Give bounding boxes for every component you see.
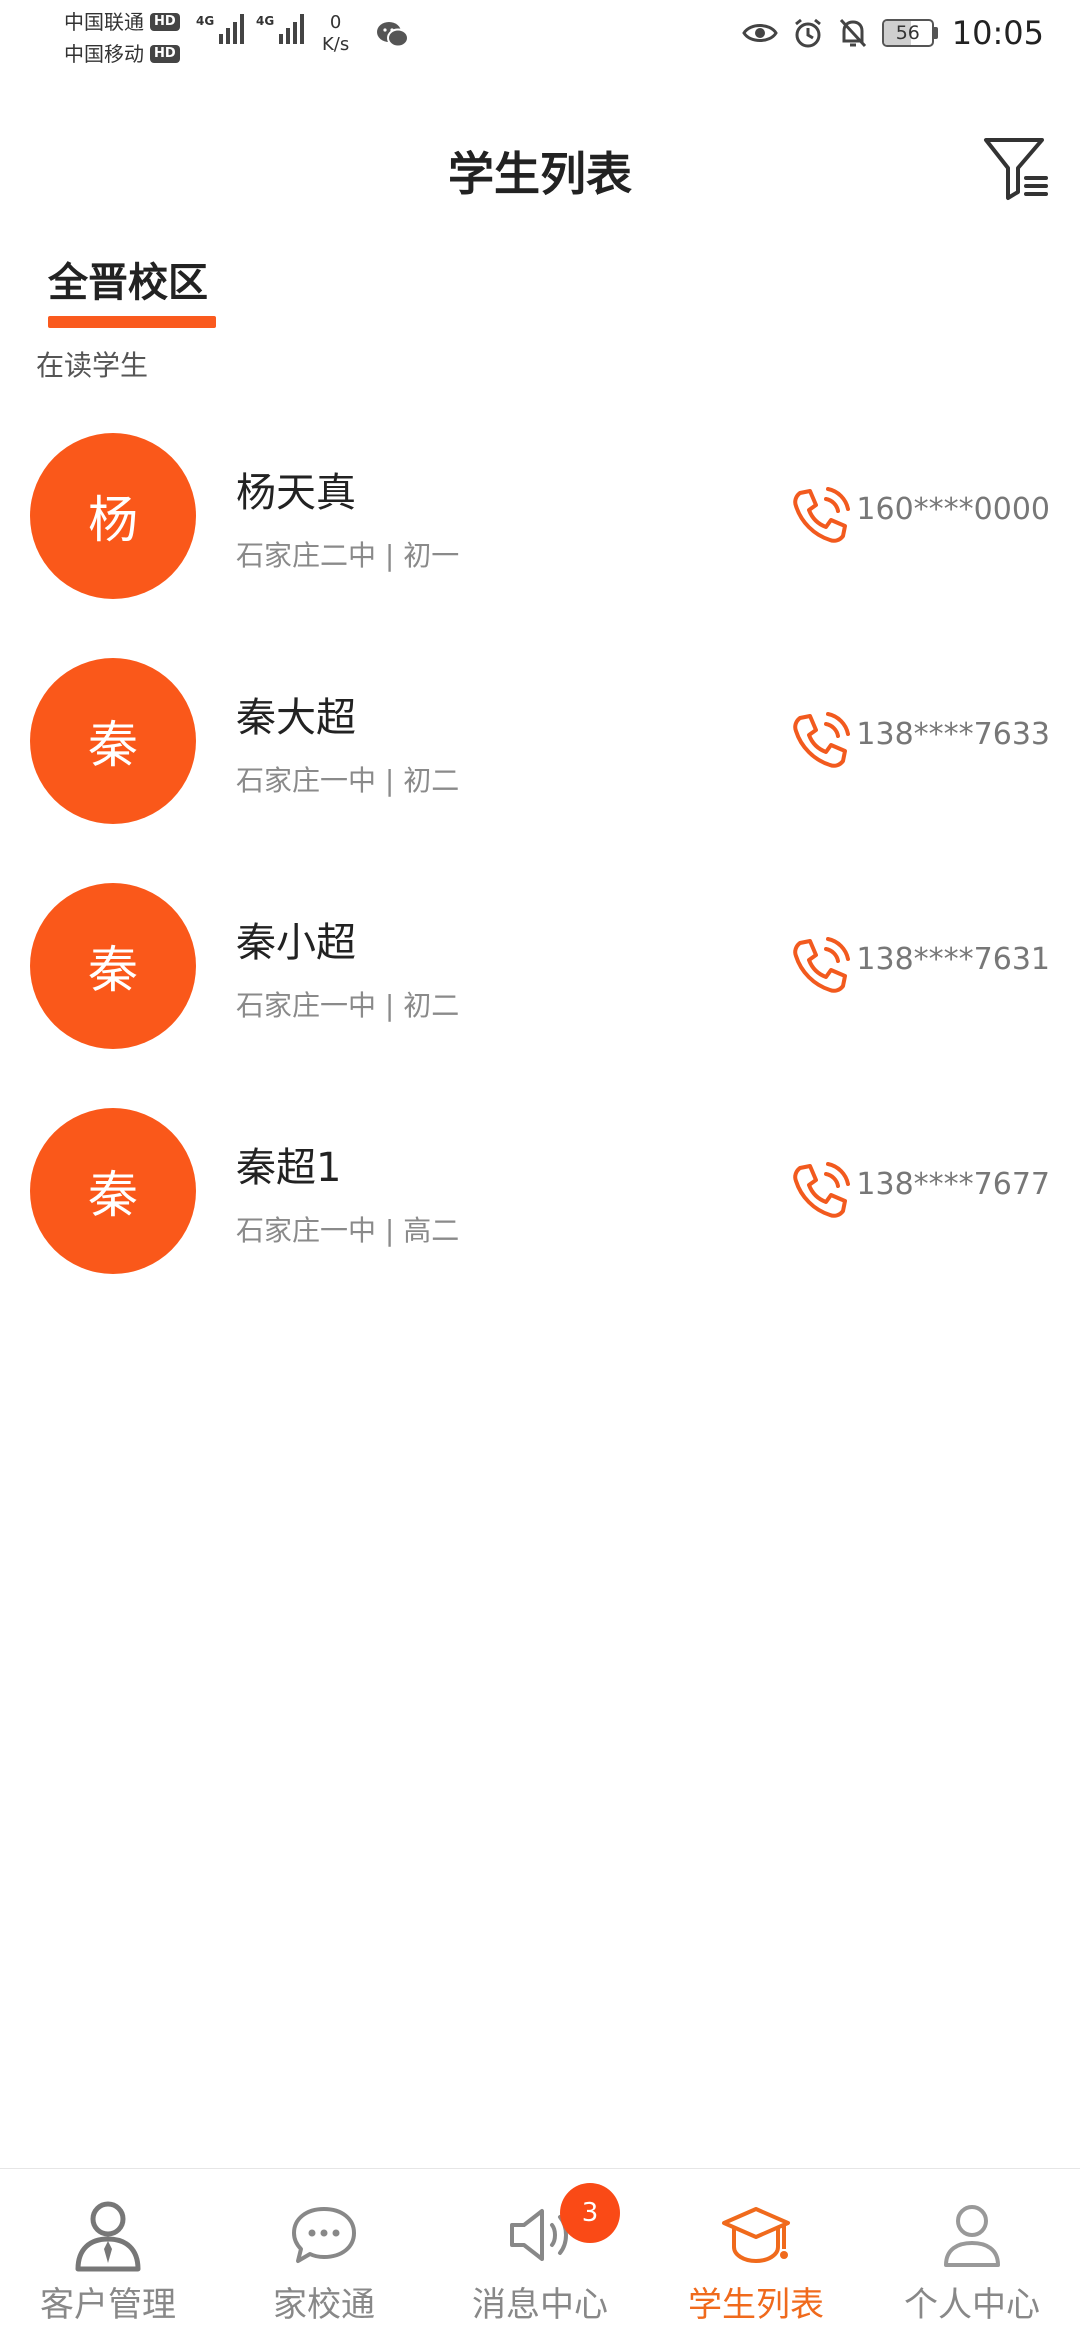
nav-message-center[interactable]: 消息中心 3 (432, 2169, 648, 2340)
student-name: 秦大超 (236, 695, 356, 741)
battery-level: 56 (895, 22, 920, 44)
nav-student-list[interactable]: 学生列表 (648, 2169, 864, 2340)
nav-label: 消息中心 (472, 2285, 608, 2325)
network-type: 4G (196, 14, 215, 28)
tab-label: 全晋校区 (48, 260, 208, 306)
student-school: 石家庄一中 | 高二 (236, 1214, 460, 1247)
avatar: 秦 (30, 1108, 196, 1274)
network-type: 4G (256, 14, 275, 28)
chat-icon (292, 2207, 356, 2263)
eye-icon (742, 24, 778, 42)
bottom-nav: 客户管理 家校通 消息中心 3 学生列表 个人中心 (0, 2168, 1080, 2340)
signal-icon: 4G (196, 14, 245, 44)
carrier-info: 中国联通 HD 中国移动 HD (64, 6, 180, 70)
phone-call-icon[interactable] (790, 710, 852, 772)
hd-badge: HD (150, 45, 180, 63)
student-name: 杨天真 (236, 470, 356, 516)
student-school: 石家庄二中 | 初一 (236, 539, 460, 572)
phone-number[interactable]: 138****7677 (856, 1167, 1050, 1202)
tab-campus[interactable]: 全晋校区 (48, 250, 216, 328)
header: 学生列表 (0, 120, 1080, 220)
phone-call-icon[interactable] (790, 485, 852, 547)
unread-badge: 3 (560, 2183, 620, 2243)
avatar: 秦 (30, 883, 196, 1049)
person-icon (944, 2205, 1000, 2267)
nav-personal-center[interactable]: 个人中心 (864, 2169, 1080, 2340)
avatar: 杨 (30, 433, 196, 599)
wechat-icon (377, 22, 409, 48)
student-row[interactable]: 秦 秦小超 石家庄一中 | 初二 138****7631 (0, 880, 1080, 1105)
nav-customer-management[interactable]: 客户管理 (0, 2169, 216, 2340)
alarm-icon (794, 18, 821, 48)
nav-label: 家校通 (273, 2285, 375, 2325)
nav-label: 个人中心 (904, 2285, 1040, 2325)
status-bar: 中国联通 HD 中国移动 HD 4G 4G 0 K/s 56 10:05 (0, 0, 1080, 76)
student-row[interactable]: 秦 秦超1 石家庄一中 | 高二 138****7677 (0, 1105, 1080, 1330)
page-title: 学生列表 (448, 147, 632, 201)
nav-label: 学生列表 (688, 2285, 824, 2325)
phone-number[interactable]: 160****0000 (856, 492, 1050, 527)
hd-badge: HD (150, 13, 180, 31)
battery-icon: 56 (881, 19, 938, 47)
clock: 10:05 (951, 14, 1044, 52)
carrier-2: 中国移动 (64, 42, 144, 66)
phone-number[interactable]: 138****7631 (856, 942, 1050, 977)
filter-icon (984, 138, 1048, 200)
student-school: 石家庄一中 | 初二 (236, 764, 460, 797)
network-speed: 0 K/s (322, 12, 349, 56)
filter-button[interactable] (980, 132, 1050, 204)
customer-icon (75, 2201, 141, 2272)
phone-call-icon[interactable] (790, 935, 852, 997)
speed-value: 0 (329, 12, 342, 33)
speed-unit: K/s (322, 34, 350, 55)
student-row[interactable]: 杨 杨天真 石家庄二中 | 初一 160****0000 (0, 430, 1080, 655)
student-name: 秦小超 (236, 920, 356, 966)
nav-home-school[interactable]: 家校通 (216, 2169, 432, 2340)
phone-call-icon[interactable] (790, 1160, 852, 1222)
nav-label: 客户管理 (40, 2285, 176, 2325)
student-list: 杨 杨天真 石家庄二中 | 初一 160****0000 秦 秦大超 石家庄一中… (0, 430, 1080, 1330)
student-row[interactable]: 秦 秦大超 石家庄一中 | 初二 138****7633 (0, 655, 1080, 880)
student-school: 石家庄一中 | 初二 (236, 989, 460, 1022)
carrier-1: 中国联通 (64, 10, 144, 34)
status-right: 56 10:05 (742, 14, 1044, 52)
bell-off-icon (839, 18, 866, 48)
tab-indicator (48, 316, 216, 328)
avatar: 秦 (30, 658, 196, 824)
section-label: 在读学生 (36, 349, 149, 382)
signal-icon: 4G (256, 14, 305, 44)
graduation-cap-icon (722, 2207, 790, 2264)
phone-number[interactable]: 138****7633 (856, 717, 1050, 752)
student-name: 秦超1 (236, 1145, 342, 1191)
